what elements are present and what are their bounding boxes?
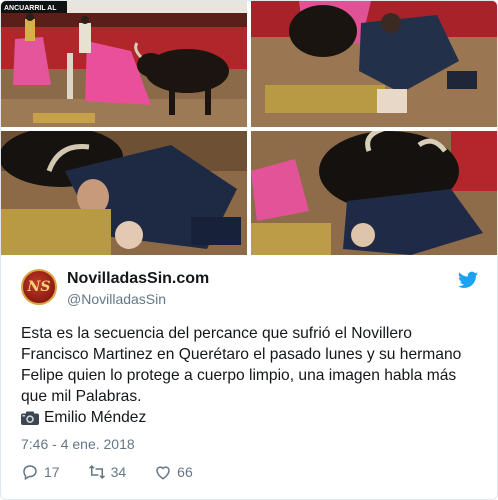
avatar[interactable]: NS [21, 269, 57, 305]
retweet-button[interactable]: 34 [88, 463, 127, 481]
arena-banner-text: ANCUARRIL AL [4, 5, 57, 12]
like-icon [156, 466, 170, 480]
photo-2[interactable] [251, 1, 497, 127]
camera-icon [21, 411, 39, 425]
tweet-timestamp[interactable]: 7:46 - 4 ene. 2018 [21, 436, 135, 452]
tweet-line: Esta es la secuencia del percance que su… [21, 325, 412, 342]
tweet-line: que mil Palabras. [21, 388, 142, 405]
credit-name: Emilio Méndez [44, 409, 147, 426]
tweet-text: Esta es la secuencia del percance que su… [21, 323, 483, 428]
tweet-card: ANCUARRIL AL NS NovilladasSin.com @Novil… [0, 0, 498, 500]
retweet-icon [88, 464, 105, 480]
photo-grid: ANCUARRIL AL [1, 1, 497, 255]
tweet-line: Francisco Martinez en Querétaro el pasad… [21, 346, 462, 363]
photo-1[interactable]: ANCUARRIL AL [1, 1, 247, 127]
photo-4[interactable] [251, 131, 497, 255]
reply-icon [23, 465, 37, 481]
avatar-letters: NS [27, 279, 51, 295]
retweet-count: 34 [110, 464, 127, 480]
reply-button[interactable]: 17 [21, 463, 60, 481]
photo-3[interactable] [1, 131, 247, 255]
like-button[interactable]: 66 [154, 463, 193, 481]
display-name[interactable]: NovilladasSin.com [67, 270, 209, 288]
like-count: 66 [177, 464, 193, 480]
action-bar: 17 34 66 [21, 462, 221, 482]
photo-credit: Emilio Méndez [21, 407, 483, 428]
reply-count: 17 [44, 464, 60, 480]
twitter-bird-icon[interactable] [458, 271, 478, 289]
user-handle[interactable]: @NovilladasSin [67, 291, 166, 307]
tweet-line: Felipe quien lo protege a cuerpo limpio,… [21, 367, 457, 384]
